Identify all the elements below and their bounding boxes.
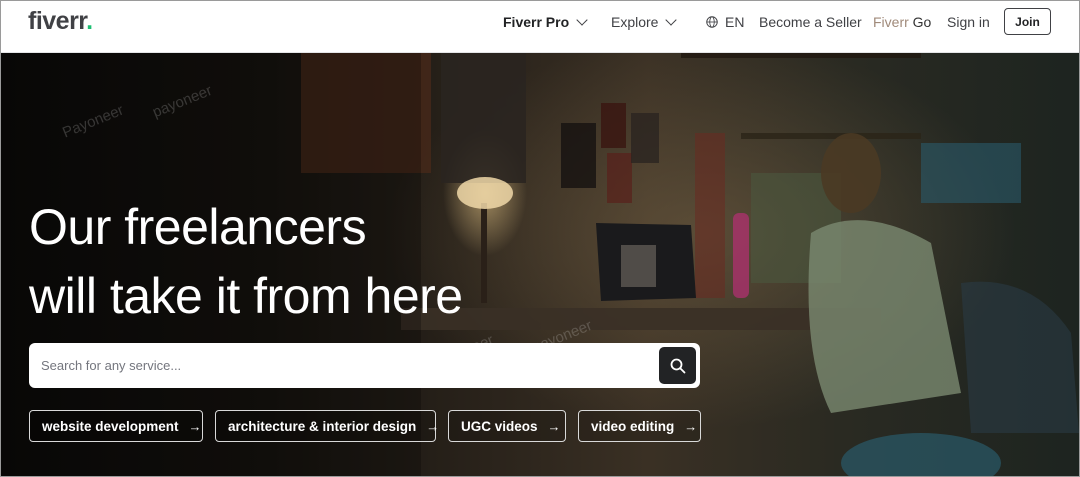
chip-website-development[interactable]: website development → <box>29 410 203 442</box>
hero-heading-line-1: Our freelancers <box>29 199 367 255</box>
fiverr-pro-menu[interactable]: Fiverr Pro <box>503 13 588 30</box>
top-navigation: fiverr. Fiverr Pro Explore EN Become a S… <box>1 1 1079 53</box>
chip-ugc-videos[interactable]: UGC videos → <box>448 410 566 442</box>
fiverr-go-link[interactable]: Fiverr Go <box>873 14 931 30</box>
fiverr-pro-label: Fiverr Pro <box>503 14 570 30</box>
search-icon <box>670 358 685 373</box>
fiverr-logo[interactable]: fiverr. <box>28 7 93 36</box>
explore-menu[interactable]: Explore <box>611 13 678 30</box>
logo-text: fiverr <box>28 7 87 35</box>
chevron-down-icon <box>665 13 678 26</box>
chip-label: website development <box>42 418 179 434</box>
globe-icon <box>706 16 718 28</box>
language-label: EN <box>725 14 745 30</box>
chip-label: UGC videos <box>461 418 538 434</box>
chevron-down-icon <box>576 13 588 26</box>
join-button[interactable]: Join <box>1004 8 1051 35</box>
search-input[interactable] <box>29 343 649 388</box>
sign-in-link[interactable]: Sign in <box>947 14 990 30</box>
chip-video-editing[interactable]: video editing → <box>578 410 701 442</box>
explore-label: Explore <box>611 14 659 30</box>
become-seller-link[interactable]: Become a Seller <box>759 14 862 30</box>
hero-heading-line-2: will take it from here <box>29 268 463 324</box>
fiverr-go-prefix: Fiverr <box>873 14 909 30</box>
chip-label: architecture & interior design <box>228 418 417 434</box>
become-seller-label: Become a Seller <box>759 14 862 30</box>
hero-heading: Our freelancers will take it from here <box>29 193 463 331</box>
language-selector[interactable]: EN <box>706 14 744 30</box>
search-bar <box>29 343 700 388</box>
arrow-right-icon: → <box>547 418 561 434</box>
sign-in-label: Sign in <box>947 14 990 30</box>
search-button[interactable] <box>659 347 696 384</box>
fiverr-go-suffix: Go <box>912 14 932 30</box>
arrow-right-icon: → <box>684 418 698 434</box>
hero-section: Payoneer payoneer Payoneer payoneer Our … <box>1 53 1079 476</box>
logo-dot: . <box>86 7 93 35</box>
arrow-right-icon: → <box>426 418 440 434</box>
chip-label: video editing <box>591 418 675 434</box>
arrow-right-icon: → <box>188 418 202 434</box>
chip-architecture-interior-design[interactable]: architecture & interior design → <box>215 410 440 442</box>
page: fiverr. Fiverr Pro Explore EN Become a S… <box>0 0 1080 477</box>
